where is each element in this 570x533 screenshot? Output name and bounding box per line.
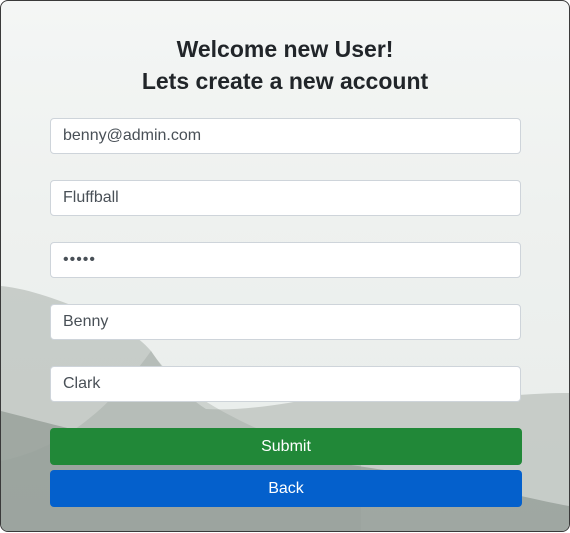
welcome-title: Welcome new User! [176,36,394,62]
username-field[interactable] [50,180,521,216]
email-field[interactable] [50,118,521,154]
submit-button[interactable]: Submit [50,428,522,465]
password-field[interactable] [50,242,521,278]
create-account-subtitle: Lets create a new account [141,68,429,94]
back-button[interactable]: Back [50,470,522,507]
signup-form: Welcome new User! Lets create a new acco… [1,1,569,531]
first-name-field[interactable] [50,304,521,340]
last-name-field[interactable] [50,366,521,402]
signup-card: Welcome new User! Lets create a new acco… [0,0,570,532]
